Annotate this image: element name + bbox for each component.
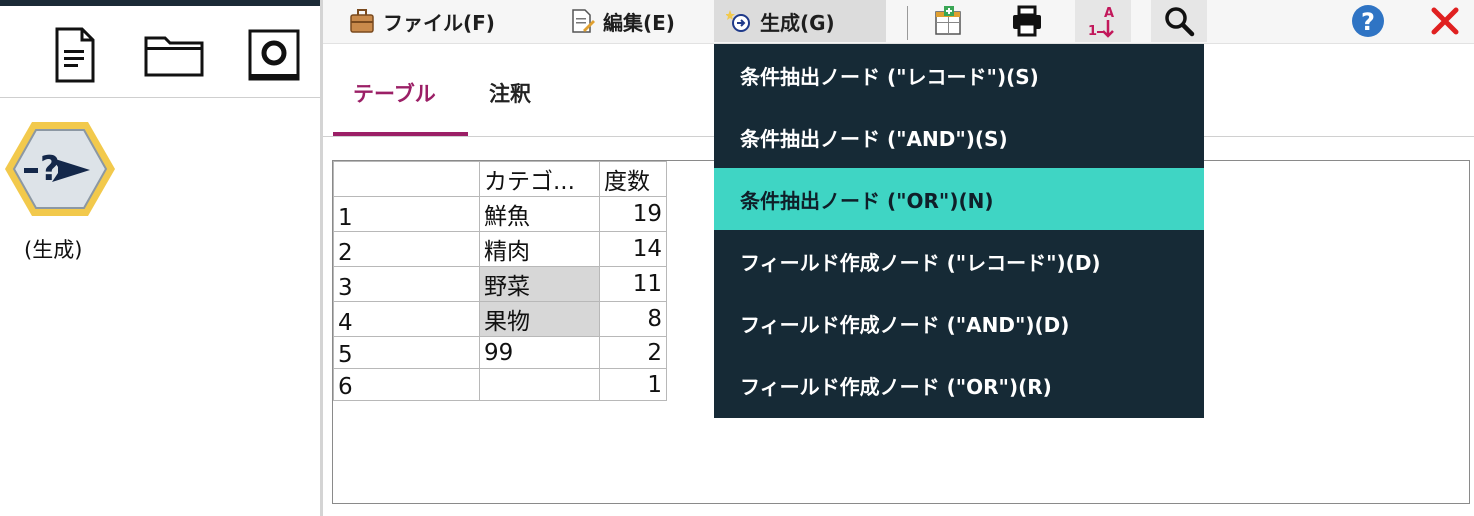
table-row[interactable]: 4 果物 8 bbox=[333, 301, 667, 337]
menubar: ファイル(F) 編集(E) 生成(G) 1 A ? bbox=[323, 0, 1474, 44]
count-cell[interactable]: 2 bbox=[599, 336, 667, 369]
count-cell[interactable]: 14 bbox=[599, 231, 667, 267]
svg-text:?: ? bbox=[1361, 8, 1375, 36]
column-header-count[interactable]: 度数 bbox=[599, 161, 667, 197]
table-header-row: カテゴ... 度数 bbox=[333, 161, 667, 197]
count-cell[interactable]: 8 bbox=[599, 301, 667, 337]
row-index[interactable]: 3 bbox=[333, 266, 480, 302]
menu-edit[interactable]: 編集(E) bbox=[557, 0, 687, 42]
select-node-icon[interactable]: ? bbox=[2, 118, 118, 220]
edit-document-icon bbox=[569, 8, 595, 34]
tab-table[interactable]: テーブル bbox=[353, 78, 436, 108]
close-icon[interactable] bbox=[1417, 0, 1473, 42]
dropdown-item[interactable]: フィールド作成ノード ("OR")(R) bbox=[714, 354, 1204, 416]
menu-file[interactable]: ファイル(F) bbox=[337, 0, 507, 42]
dropdown-item[interactable]: フィールド作成ノード ("レコード")(D) bbox=[714, 230, 1204, 292]
count-cell[interactable]: 19 bbox=[599, 196, 667, 232]
row-index[interactable]: 6 bbox=[333, 368, 480, 401]
svg-text:?: ? bbox=[40, 149, 60, 189]
table-row[interactable]: 2 精肉 14 bbox=[333, 231, 667, 267]
column-header-category[interactable]: カテゴ... bbox=[479, 161, 600, 197]
node-label: (生成) bbox=[24, 238, 83, 262]
corner-header bbox=[333, 161, 480, 197]
menu-edit-label: 編集(E) bbox=[603, 10, 675, 35]
row-index[interactable]: 4 bbox=[333, 301, 480, 337]
toolbar-separator bbox=[907, 6, 908, 40]
briefcase-icon bbox=[349, 8, 375, 34]
category-cell[interactable]: 精肉 bbox=[479, 231, 600, 267]
table-row[interactable]: 3 野菜 11 bbox=[333, 266, 667, 302]
count-cell[interactable]: 1 bbox=[599, 368, 667, 401]
sort-icon[interactable]: 1 A bbox=[1075, 0, 1131, 42]
dropdown-item[interactable]: フィールド作成ノード ("AND")(D) bbox=[714, 292, 1204, 354]
row-index[interactable]: 5 bbox=[333, 336, 480, 369]
svg-text:1: 1 bbox=[1088, 24, 1097, 38]
dropdown-item[interactable]: 条件抽出ノード ("OR")(N) bbox=[714, 168, 1204, 230]
help-icon[interactable]: ? bbox=[1340, 0, 1396, 42]
dropdown-item[interactable]: 条件抽出ノード ("レコード")(S) bbox=[714, 44, 1204, 106]
tab-notes[interactable]: 注釈 bbox=[489, 78, 531, 108]
menu-file-label: ファイル(F) bbox=[383, 10, 495, 35]
print-icon[interactable] bbox=[999, 0, 1055, 42]
category-cell[interactable]: 果物 bbox=[479, 301, 600, 337]
search-icon[interactable] bbox=[1151, 0, 1207, 42]
category-cell[interactable]: 99 bbox=[479, 336, 600, 369]
menu-generate[interactable]: 生成(G) bbox=[714, 0, 886, 42]
frequency-table: カテゴ... 度数 1 鮮魚 19 2 精肉 14 3 野菜 11 4 果物 8 5 99 2 6 1 bbox=[333, 161, 667, 401]
count-cell[interactable]: 11 bbox=[599, 266, 667, 302]
left-toolbar bbox=[0, 6, 322, 98]
menu-generate-label: 生成(G) bbox=[760, 10, 835, 35]
category-cell[interactable] bbox=[479, 368, 600, 401]
table-row[interactable]: 5 99 2 bbox=[333, 336, 667, 369]
svg-text:A: A bbox=[1104, 6, 1114, 21]
dropdown-item[interactable]: 条件抽出ノード ("AND")(S) bbox=[714, 106, 1204, 168]
category-cell[interactable]: 鮮魚 bbox=[479, 196, 600, 232]
generate-wand-icon bbox=[725, 8, 752, 34]
export-table-icon[interactable] bbox=[921, 0, 977, 42]
row-index[interactable]: 1 bbox=[333, 196, 480, 232]
generate-dropdown-menu: 条件抽出ノード ("レコード")(S) 条件抽出ノード ("AND")(S) 条件抽… bbox=[714, 44, 1204, 418]
left-pane: ? (生成) bbox=[0, 0, 322, 516]
category-cell[interactable]: 野菜 bbox=[479, 266, 600, 302]
save-disk-icon[interactable] bbox=[246, 24, 302, 86]
table-row[interactable]: 1 鮮魚 19 bbox=[333, 196, 667, 232]
new-document-icon[interactable] bbox=[52, 24, 98, 86]
open-folder-icon[interactable] bbox=[142, 24, 206, 86]
row-index[interactable]: 2 bbox=[333, 231, 480, 267]
table-body: 1 鮮魚 19 2 精肉 14 3 野菜 11 4 果物 8 5 99 2 6 1 bbox=[333, 196, 667, 401]
table-row[interactable]: 61 bbox=[333, 368, 667, 401]
